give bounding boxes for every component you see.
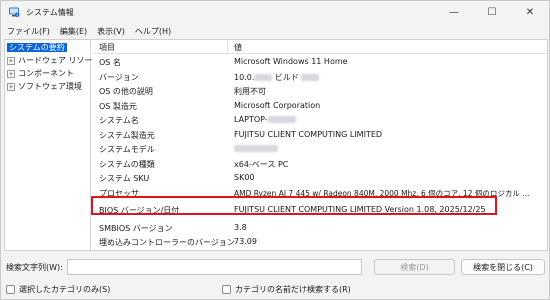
table-row[interactable]: バージョン 10.0. ビルド: [93, 70, 547, 85]
system-info-window: システム情報 — ☐ ✕ ファイル(F) 編集(E) 表示(V) ヘルプ(H) …: [0, 0, 550, 300]
table-row[interactable]: システムの種類 x64-ベース PC: [93, 157, 547, 172]
tree-item-system-summary[interactable]: システムの要約: [7, 42, 67, 54]
row-item: BIOS バージョン/日付: [99, 206, 180, 215]
table-row[interactable]: システム名 LAPTOP-: [93, 113, 547, 128]
table-body: OS 名 Microsoft Windows 11 Home バージョン 10.…: [93, 55, 547, 250]
tree-item-software-environment[interactable]: + ソフトウェア環境: [7, 81, 82, 93]
menu-view[interactable]: 表示(V): [93, 26, 129, 37]
table-row[interactable]: 埋め込みコントローラーのバージョン 73.09: [93, 235, 547, 250]
category-tree: システムの要約 + ハードウェア リソース + コンポーネント + ソフトウェア環境: [5, 40, 100, 250]
row-item: 埋め込みコントローラーのバージョン: [99, 238, 235, 247]
row-value: FUJITSU CLIENT COMPUTING LIMITED Version…: [234, 205, 486, 214]
row-value: LAPTOP-: [234, 115, 296, 124]
row-item: システムの種類: [99, 159, 155, 169]
window-title: システム情報: [26, 7, 74, 17]
table-row[interactable]: SMBIOS バージョン 3.8: [93, 221, 547, 236]
table-header: 項目 値: [93, 40, 547, 54]
close-search-button[interactable]: 検索を閉じる(C): [461, 259, 545, 275]
row-item: システムモデル: [99, 145, 155, 154]
checkbox-label: 選択したカテゴリのみ(S): [19, 285, 111, 294]
system-info-app-icon: [8, 6, 20, 18]
main-panel: システムの要約 + ハードウェア リソース + コンポーネント + ソフトウェア環境 …: [4, 39, 548, 251]
title-bar: システム情報 — ☐ ✕: [1, 1, 549, 23]
menu-bar: ファイル(F) 編集(E) 表示(V) ヘルプ(H): [1, 23, 549, 39]
row-item: バージョン: [99, 72, 139, 82]
row-item: OS 製造元: [99, 101, 137, 111]
category-names-only-checkbox[interactable]: カテゴリの名前だけ検索する(R): [222, 284, 351, 295]
system-name-prefix: LAPTOP-: [234, 115, 268, 124]
table-row[interactable]: プロセッサ AMD Ryzen AI 7 445 w/ Radeon 840M,…: [93, 186, 547, 201]
column-header-value[interactable]: 値: [234, 42, 242, 53]
row-item: SMBIOS バージョン: [99, 223, 173, 233]
row-item: システム名: [99, 116, 139, 125]
row-value: [234, 144, 278, 153]
checkbox-box[interactable]: [6, 285, 15, 294]
menu-file[interactable]: ファイル(F): [3, 26, 54, 37]
search-button[interactable]: 検索(D): [374, 259, 455, 275]
selected-category-only-checkbox[interactable]: 選択したカテゴリのみ(S): [6, 284, 110, 295]
row-value: 利用不可: [234, 87, 266, 96]
row-value: SK00: [234, 173, 255, 182]
tree-item-label: ハードウェア リソース: [18, 56, 101, 65]
expand-icon[interactable]: +: [7, 57, 15, 65]
tree-item-label: ソフトウェア環境: [18, 82, 82, 91]
menu-edit[interactable]: 編集(E): [56, 26, 91, 37]
row-value: 73.09: [234, 237, 257, 246]
redacted-block: [301, 73, 320, 81]
expand-icon[interactable]: +: [7, 70, 15, 78]
table-row[interactable]: システム SKU SK00: [93, 171, 547, 186]
checkbox-label: カテゴリの名前だけ検索する(R): [235, 285, 351, 294]
row-value: 3.8: [234, 222, 247, 232]
tree-item-components[interactable]: + コンポーネント: [7, 68, 74, 80]
row-item: システム製造元: [99, 130, 155, 140]
build-label: ビルド: [274, 72, 299, 82]
row-item: システム SKU: [99, 174, 150, 183]
row-item: OS 名: [99, 58, 121, 67]
row-value: Microsoft Windows 11 Home: [234, 57, 348, 66]
window-controls: — ☐ ✕: [435, 1, 549, 23]
details-table: 項目 値 OS 名 Microsoft Windows 11 Home バージョ…: [93, 40, 547, 250]
column-header-item[interactable]: 項目: [99, 42, 115, 53]
table-row[interactable]: BIOS バージョン/日付 FUJITSU CLIENT COMPUTING L…: [93, 203, 547, 218]
expand-icon[interactable]: +: [7, 83, 15, 91]
row-value: x64-ベース PC: [234, 159, 289, 169]
row-item: OS の他の説明: [99, 87, 153, 96]
maximize-button[interactable]: ☐: [473, 1, 511, 23]
row-value: Microsoft Corporation: [234, 100, 321, 110]
search-options: 選択したカテゴリのみ(S) カテゴリの名前だけ検索する(R): [1, 283, 550, 297]
version-prefix: 10.0.: [234, 72, 255, 82]
tree-item-label: コンポーネント: [18, 69, 74, 78]
redacted-block: [234, 145, 278, 152]
checkbox-box[interactable]: [222, 285, 231, 294]
search-input[interactable]: [67, 259, 362, 275]
row-value: AMD Ryzen AI 7 445 w/ Radeon 840M, 2000 …: [234, 188, 530, 198]
redacted-block: [254, 73, 273, 81]
row-value: FUJITSU CLIENT COMPUTING LIMITED: [234, 129, 383, 139]
table-row[interactable]: システム製造元 FUJITSU CLIENT COMPUTING LIMITED: [93, 128, 547, 143]
table-row[interactable]: OS 製造元 Microsoft Corporation: [93, 99, 547, 114]
row-value: 10.0. ビルド: [234, 72, 320, 83]
table-row[interactable]: OS の他の説明 利用不可: [93, 84, 547, 99]
minimize-button[interactable]: —: [435, 1, 473, 23]
tree-item-label: システムの要約: [7, 43, 67, 52]
table-row[interactable]: システムモデル: [93, 142, 547, 157]
menu-help[interactable]: ヘルプ(H): [131, 26, 175, 37]
close-button[interactable]: ✕: [511, 1, 549, 23]
tree-item-hardware-resources[interactable]: + ハードウェア リソース: [7, 55, 100, 67]
redacted-block: [267, 116, 296, 123]
search-label: 検索文字列(W):: [6, 263, 63, 272]
search-row: 検索文字列(W): 検索(D) 検索を閉じる(C): [1, 259, 550, 277]
row-item: プロセッサ: [99, 188, 139, 198]
column-divider[interactable]: [227, 40, 228, 54]
table-row[interactable]: OS 名 Microsoft Windows 11 Home: [93, 55, 547, 70]
